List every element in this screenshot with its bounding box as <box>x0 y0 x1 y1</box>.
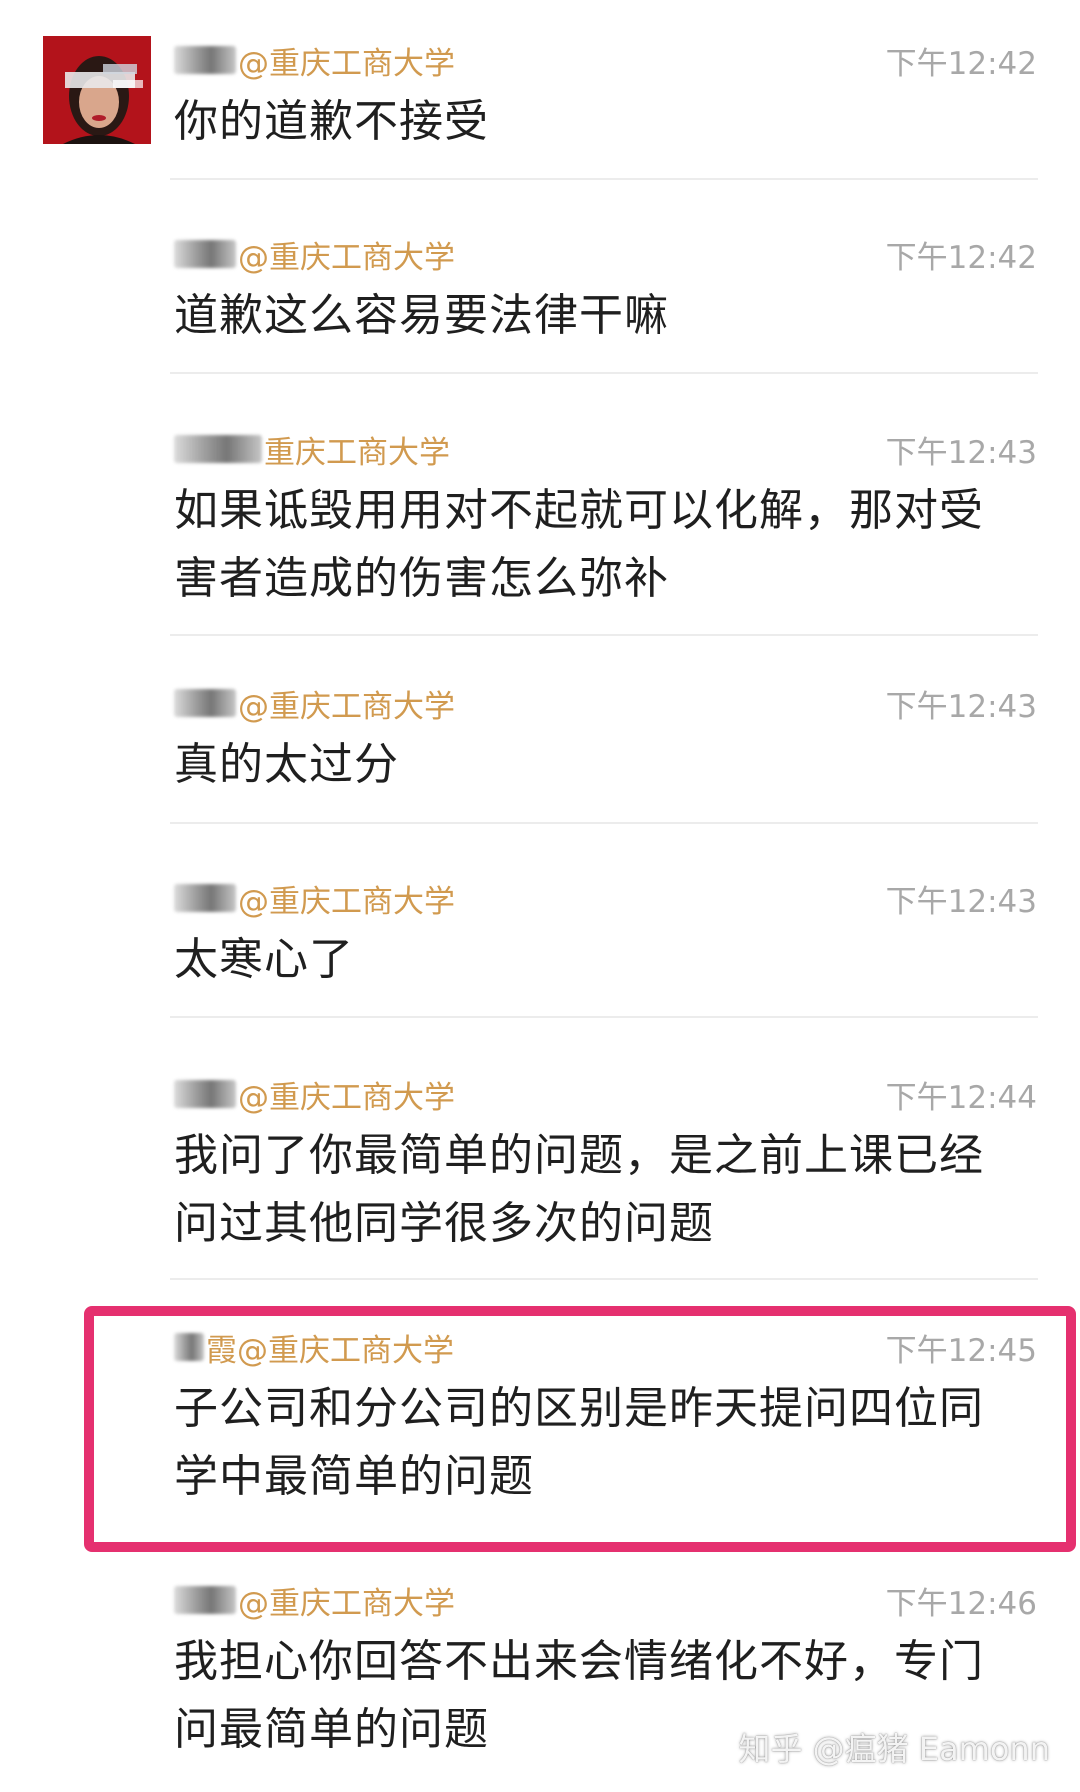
sender-name: @重庆工商大学 <box>174 232 455 276</box>
message-text: 如果诋毁用用对不起就可以化解，那对受害者造成的伤害怎么弥补 <box>174 485 984 604</box>
message-time: 下午12:46 <box>885 1585 1037 1622</box>
message-time: 下午12:42 <box>885 239 1037 276</box>
divider <box>170 1278 1038 1280</box>
message-time: 下午12:42 <box>885 45 1037 82</box>
portrait-avatar-icon <box>43 36 151 144</box>
message-text: 我问了你最简单的问题，是之前上课已经问过其他同学很多次的问题 <box>174 1130 984 1249</box>
divider <box>170 1016 1038 1018</box>
sender-name: @重庆工商大学 <box>174 1072 455 1116</box>
blurred-name-mask <box>174 884 236 912</box>
blurred-name-mask <box>174 435 262 463</box>
divider <box>170 178 1038 180</box>
message-text: 道歉这么容易要法律干嘛 <box>174 290 669 341</box>
message-time: 下午12:44 <box>885 1079 1037 1116</box>
blurred-name-mask <box>174 1586 236 1614</box>
chat-message-list: @重庆工商大学 下午12:42 你的道歉不接受 @重庆工商大学 下午12:42 … <box>0 0 1080 1792</box>
divider <box>170 372 1038 374</box>
sender-avatar[interactable] <box>43 36 151 144</box>
message-text: 真的太过分 <box>174 739 399 790</box>
message-time: 下午12:43 <box>885 688 1037 725</box>
message-time: 下午12:43 <box>885 434 1037 471</box>
watermark: 知乎 @瘟猪 Eamonn <box>738 1730 1051 1768</box>
sender-name: @重庆工商大学 <box>174 38 455 82</box>
blurred-name-mask <box>174 46 236 74</box>
message-text: 太寒心了 <box>174 934 354 985</box>
blurred-name-mask <box>174 1080 236 1108</box>
divider <box>170 822 1038 824</box>
message-text: 你的道歉不接受 <box>174 96 489 147</box>
sender-name: @重庆工商大学 <box>174 1578 455 1622</box>
blurred-name-mask <box>174 689 236 717</box>
sender-name: @重庆工商大学 <box>174 876 455 920</box>
divider <box>170 634 1038 636</box>
highlight-box <box>84 1306 1076 1552</box>
message-time: 下午12:43 <box>885 883 1037 920</box>
blurred-name-mask <box>174 240 236 268</box>
sender-name: 重庆工商大学 <box>174 427 450 471</box>
sender-name: @重庆工商大学 <box>174 681 455 725</box>
